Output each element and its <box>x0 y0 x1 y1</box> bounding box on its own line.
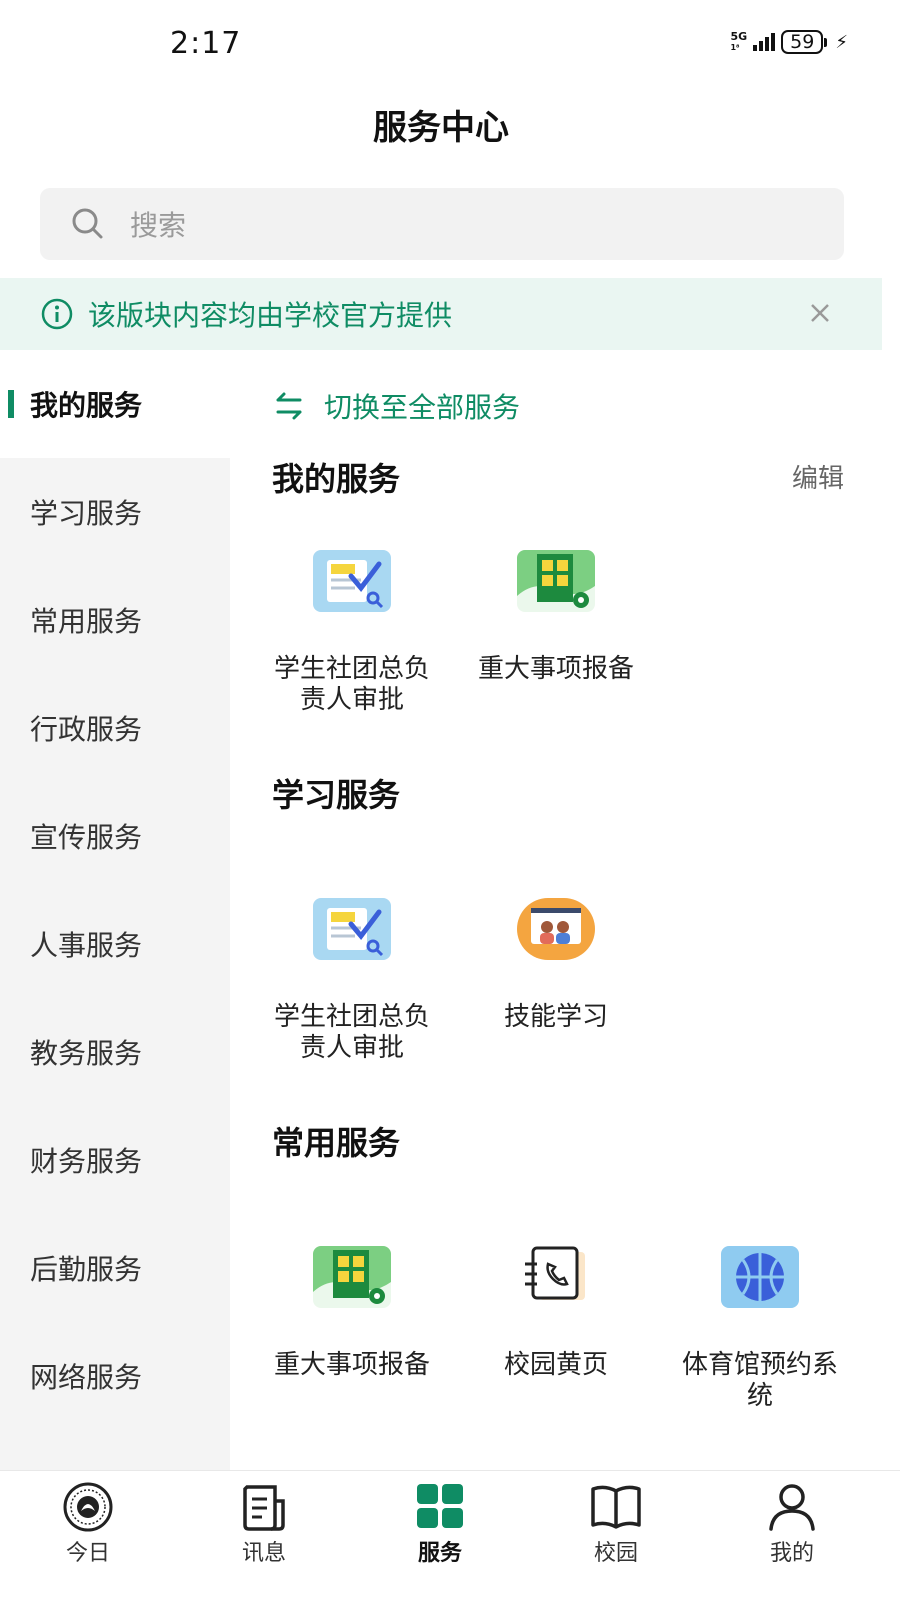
tab-label: 校园 <box>593 1541 638 1566</box>
bottom-tab-bar: 今日 讯息 服务 校园 我的 <box>0 1470 900 1600</box>
service-tile[interactable]: 学生社团总负责人审批 <box>262 546 442 716</box>
section-title-common: 常用服务 <box>272 1124 401 1162</box>
news-icon <box>243 1485 285 1531</box>
close-icon[interactable] <box>802 295 838 331</box>
sidebar-item-my-services[interactable]: 我的服务 <box>0 350 230 458</box>
tab-mine[interactable]: 我的 <box>732 1481 852 1567</box>
sidebar-item-network[interactable]: 网络服务 <box>0 1322 230 1430</box>
book-icon <box>591 1485 641 1529</box>
sidebar-item-publicity[interactable]: 宣传服务 <box>0 782 230 890</box>
status-time: 2:17 <box>170 26 242 61</box>
notice-banner: 该版块内容均由学校官方提供 <box>0 278 882 350</box>
grid-icon <box>417 1484 463 1528</box>
sidebar-item-hr[interactable]: 人事服务 <box>0 890 230 998</box>
tab-today[interactable]: 今日 <box>28 1481 148 1567</box>
tab-label: 讯息 <box>241 1541 286 1566</box>
service-tile[interactable]: 重大事项报备 <box>262 1242 442 1381</box>
tab-label: 服务 <box>417 1541 462 1566</box>
sidebar-item-study[interactable]: 学习服务 <box>0 458 230 566</box>
service-tile[interactable]: 校园黄页 <box>466 1242 646 1381</box>
building-report-icon <box>517 550 595 612</box>
battery-icon: 59 <box>781 30 828 54</box>
service-label: 学生社团总负责人审批 <box>273 654 430 715</box>
service-tile[interactable]: 体育馆预约系统 <box>670 1242 850 1412</box>
page-title: 服务中心 <box>373 108 509 148</box>
battery-level: 59 <box>781 30 824 54</box>
section-title-study: 学习服务 <box>272 776 401 814</box>
sidebar-item-logistics[interactable]: 后勤服务 <box>0 1214 230 1322</box>
search-placeholder: 搜索 <box>130 209 187 242</box>
status-indicators: 5G 1⁸ 59 ⚡ <box>730 30 848 54</box>
service-label: 校园黄页 <box>503 1350 608 1380</box>
status-bar: 2:17 5G 1⁸ 59 ⚡ <box>0 0 900 90</box>
notice-text: 该版块内容均由学校官方提供 <box>88 299 453 332</box>
swap-icon <box>276 392 302 420</box>
section-title-my-services: 我的服务 <box>272 460 401 498</box>
sidebar-item-admin[interactable]: 行政服务 <box>0 674 230 782</box>
tab-label: 我的 <box>769 1541 814 1566</box>
tab-campus[interactable]: 校园 <box>556 1481 676 1567</box>
category-sidebar: 我的服务 学习服务 常用服务 行政服务 宣传服务 人事服务 教务服务 财务服务 … <box>0 350 230 1578</box>
sidebar-item-academic[interactable]: 教务服务 <box>0 998 230 1106</box>
approval-document-icon <box>313 898 391 960</box>
service-tile[interactable]: 学生社团总负责人审批 <box>262 894 442 1064</box>
basketball-icon <box>721 1246 799 1308</box>
signal-icon <box>753 33 776 51</box>
service-tile[interactable]: 技能学习 <box>466 894 646 1033</box>
tab-label: 今日 <box>65 1541 110 1566</box>
charging-icon: ⚡ <box>835 31 848 53</box>
school-logo-icon <box>63 1482 113 1532</box>
service-label: 技能学习 <box>503 1002 608 1032</box>
person-icon <box>769 1484 815 1531</box>
tab-services[interactable]: 服务 <box>380 1481 500 1567</box>
edit-button[interactable]: 编辑 <box>792 458 844 495</box>
network-indicator: 5G 1⁸ <box>730 30 748 52</box>
video-class-icon <box>517 898 595 960</box>
info-icon <box>41 298 73 330</box>
search-input[interactable]: 搜索 <box>40 188 844 260</box>
approval-document-icon <box>313 550 391 612</box>
tab-news[interactable]: 讯息 <box>204 1481 324 1567</box>
search-icon <box>72 208 103 239</box>
service-label: 学生社团总负责人审批 <box>273 1002 430 1063</box>
service-label: 体育馆预约系统 <box>681 1350 838 1411</box>
phone-book-icon <box>525 1246 585 1300</box>
service-label: 重大事项报备 <box>273 1350 430 1380</box>
sidebar-item-finance[interactable]: 财务服务 <box>0 1106 230 1214</box>
building-report-icon <box>313 1246 391 1308</box>
service-tile[interactable]: 重大事项报备 <box>466 546 646 685</box>
sidebar-item-common[interactable]: 常用服务 <box>0 566 230 674</box>
switch-all-services-button[interactable]: 切换至全部服务 <box>272 386 520 426</box>
switch-label: 切换至全部服务 <box>324 391 521 424</box>
service-label: 重大事项报备 <box>477 654 634 684</box>
